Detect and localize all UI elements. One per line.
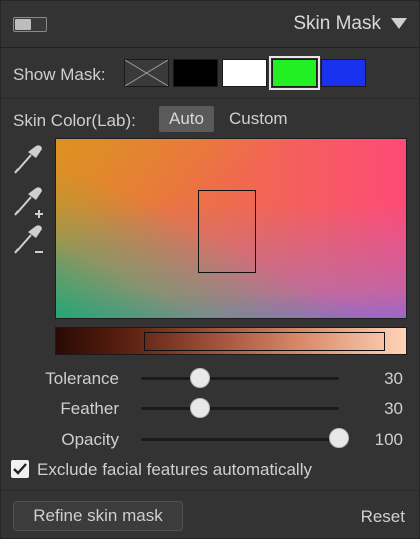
tolerance-thumb[interactable] (190, 368, 211, 388)
feather-thumb[interactable] (190, 398, 211, 418)
mask-swatch-none[interactable] (124, 59, 169, 87)
feather-track[interactable] (141, 407, 339, 410)
mode-custom-button[interactable]: Custom (219, 106, 298, 132)
skin-color-picker[interactable] (55, 138, 407, 319)
lightness-selection-rect[interactable] (144, 332, 385, 351)
panel-title[interactable]: Skin Mask (293, 13, 381, 35)
skin-color-selection-rect[interactable] (198, 190, 256, 273)
mask-swatch-green[interactable] (269, 56, 320, 90)
lightness-bar[interactable] (55, 327, 407, 355)
exclude-facial-features-label[interactable]: Exclude facial features automatically (37, 460, 312, 480)
skin-mask-panel: Skin Mask Show Mask: Skin Color(Lab): Au… (0, 0, 420, 539)
mask-swatch-white[interactable] (222, 59, 267, 87)
show-mask-label: Show Mask: (13, 65, 106, 84)
feather-value: 30 (384, 399, 403, 418)
mask-swatch-blue[interactable] (321, 59, 366, 87)
feather-label: Feather (60, 399, 119, 418)
panel-header: Skin Mask (1, 1, 420, 47)
skin-color-label: Skin Color(Lab): (13, 111, 136, 130)
eyedropper-icon[interactable] (11, 141, 47, 177)
exclude-facial-features-checkbox[interactable] (11, 460, 29, 478)
reset-button[interactable]: Reset (361, 507, 405, 527)
section-divider (1, 98, 420, 99)
opacity-value: 100 (374, 430, 403, 449)
enable-toggle[interactable] (13, 17, 47, 32)
opacity-thumb[interactable] (329, 428, 349, 448)
tolerance-track[interactable] (141, 377, 339, 380)
collapse-caret-icon[interactable] (391, 18, 407, 29)
tolerance-value: 30 (384, 369, 403, 388)
opacity-track[interactable] (141, 438, 339, 441)
refine-skin-mask-button[interactable]: Refine skin mask (13, 501, 183, 531)
mode-auto-button[interactable]: Auto (159, 106, 214, 132)
eyedropper-add-icon[interactable] (11, 185, 47, 221)
footer-divider (1, 490, 420, 491)
eyedropper-subtract-icon[interactable] (11, 223, 47, 259)
tolerance-label: Tolerance (45, 369, 119, 388)
mask-swatch-black[interactable] (173, 59, 218, 87)
opacity-label: Opacity (61, 430, 119, 449)
header-divider (1, 47, 420, 48)
toggle-knob (15, 19, 31, 30)
checkmark-icon (13, 463, 27, 475)
